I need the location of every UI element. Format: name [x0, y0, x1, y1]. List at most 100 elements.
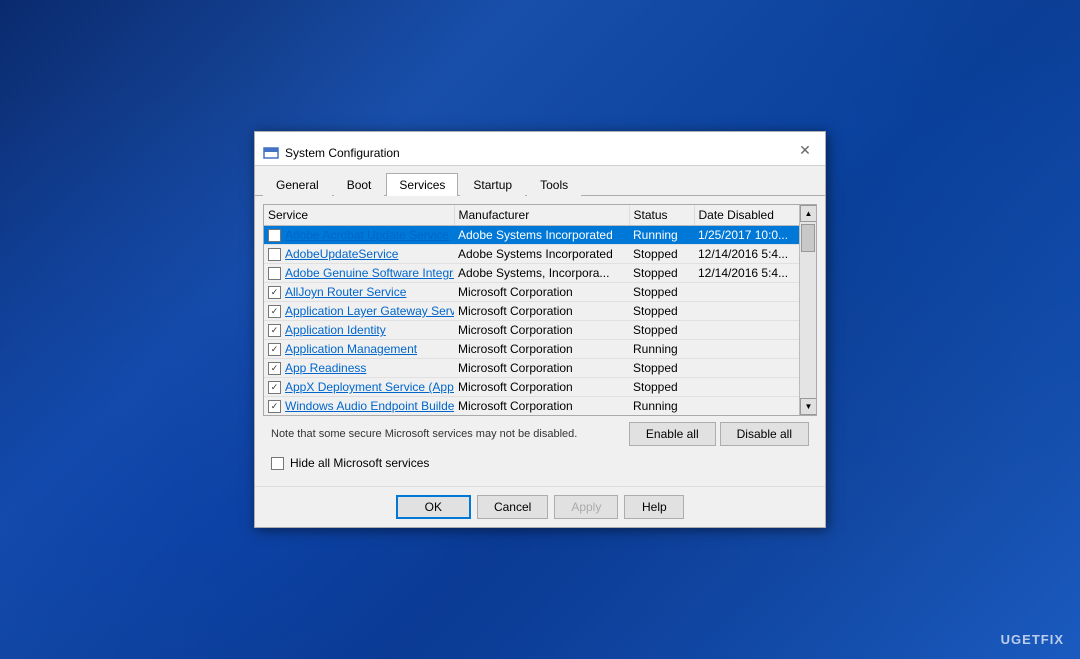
service-cell: Windows Audio Endpoint Builder	[264, 397, 454, 416]
service-checkbox[interactable]	[268, 343, 281, 356]
scroll-thumb[interactable]	[801, 224, 815, 252]
services-table-container: Service Manufacturer Status Date Disable…	[263, 204, 817, 416]
status-cell: Running	[629, 226, 694, 245]
service-name[interactable]: AppX Deployment Service (AppX...	[285, 380, 454, 394]
table-row[interactable]: Adobe Acrobat Update Service Adobe Syste…	[264, 226, 799, 245]
table-row[interactable]: App Readiness Microsoft Corporation Stop…	[264, 359, 799, 378]
header-service: Service	[264, 205, 454, 226]
date-cell	[694, 283, 799, 302]
header-date: Date Disabled	[694, 205, 799, 226]
status-cell: Stopped	[629, 378, 694, 397]
service-cell: AppX Deployment Service (AppX...	[264, 378, 454, 397]
status-cell: Stopped	[629, 283, 694, 302]
service-cell: AllJoyn Router Service	[264, 283, 454, 302]
manufacturer-cell: Microsoft Corporation	[454, 283, 629, 302]
service-checkbox[interactable]	[268, 286, 281, 299]
tab-bar: General Boot Services Startup Tools	[255, 166, 825, 196]
service-cell: Application Layer Gateway Service	[264, 302, 454, 321]
bottom-buttons: OK Cancel Apply Help	[255, 486, 825, 527]
ok-button[interactable]: OK	[396, 495, 471, 519]
tab-services[interactable]: Services	[386, 173, 458, 196]
service-checkbox[interactable]	[268, 400, 281, 413]
service-name[interactable]: Application Layer Gateway Service	[285, 304, 454, 318]
table-row[interactable]: AppX Deployment Service (AppX... Microso…	[264, 378, 799, 397]
service-name[interactable]: Application Identity	[285, 323, 386, 337]
status-cell: Running	[629, 340, 694, 359]
service-checkbox[interactable]	[268, 381, 281, 394]
manufacturer-cell: Adobe Systems Incorporated	[454, 226, 629, 245]
date-cell: 12/14/2016 5:4...	[694, 245, 799, 264]
table-row[interactable]: Application Identity Microsoft Corporati…	[264, 321, 799, 340]
services-list: Service Manufacturer Status Date Disable…	[264, 205, 799, 415]
table-row[interactable]: AdobeUpdateService Adobe Systems Incorpo…	[264, 245, 799, 264]
date-cell	[694, 397, 799, 416]
hide-microsoft-label: Hide all Microsoft services	[290, 456, 429, 470]
manufacturer-cell: Microsoft Corporation	[454, 378, 629, 397]
service-name[interactable]: AllJoyn Router Service	[285, 285, 406, 299]
help-button[interactable]: Help	[624, 495, 684, 519]
tab-startup[interactable]: Startup	[460, 173, 525, 196]
services-table: Service Manufacturer Status Date Disable…	[264, 205, 799, 415]
table-row[interactable]: Windows Audio Endpoint Builder Microsoft…	[264, 397, 799, 416]
service-checkbox[interactable]	[268, 248, 281, 261]
service-checkbox[interactable]	[268, 305, 281, 318]
header-manufacturer: Manufacturer	[454, 205, 629, 226]
tab-tools[interactable]: Tools	[527, 173, 581, 196]
header-status: Status	[629, 205, 694, 226]
close-button[interactable]: ✕	[793, 139, 817, 163]
scroll-up-arrow[interactable]: ▲	[800, 205, 817, 222]
service-cell: Application Identity	[264, 321, 454, 340]
vertical-scrollbar[interactable]: ▲ ▼	[799, 205, 816, 415]
disable-all-button[interactable]: Disable all	[720, 422, 809, 446]
note-text: Note that some secure Microsoft services…	[271, 428, 577, 440]
table-wrap: Service Manufacturer Status Date Disable…	[264, 205, 816, 415]
table-header: Service Manufacturer Status Date Disable…	[264, 205, 799, 226]
service-name[interactable]: Adobe Acrobat Update Service	[285, 228, 449, 242]
tab-general[interactable]: General	[263, 173, 332, 196]
service-checkbox[interactable]	[268, 324, 281, 337]
apply-button[interactable]: Apply	[554, 495, 618, 519]
hide-microsoft-checkbox[interactable]	[271, 457, 284, 470]
service-checkbox[interactable]	[268, 229, 281, 242]
window-title: System Configuration	[285, 146, 400, 160]
service-checkbox[interactable]	[268, 267, 281, 280]
service-cell: AdobeUpdateService	[264, 245, 454, 264]
date-cell: 12/14/2016 5:4...	[694, 264, 799, 283]
date-cell	[694, 321, 799, 340]
title-bar: System Configuration ✕	[255, 132, 825, 166]
date-cell	[694, 359, 799, 378]
watermark: UGETFIX	[1001, 632, 1064, 647]
manufacturer-cell: Microsoft Corporation	[454, 302, 629, 321]
service-name[interactable]: Adobe Genuine Software Integri...	[285, 266, 454, 280]
scroll-down-arrow[interactable]: ▼	[800, 398, 817, 415]
table-row[interactable]: Application Management Microsoft Corpora…	[264, 340, 799, 359]
status-cell: Stopped	[629, 264, 694, 283]
system-configuration-window: System Configuration ✕ General Boot Serv…	[254, 131, 826, 528]
service-cell: Application Management	[264, 340, 454, 359]
status-cell: Stopped	[629, 321, 694, 340]
status-cell: Stopped	[629, 245, 694, 264]
date-cell: 1/25/2017 10:0...	[694, 226, 799, 245]
table-row[interactable]: AllJoyn Router Service Microsoft Corpora…	[264, 283, 799, 302]
service-checkbox[interactable]	[268, 362, 281, 375]
status-cell: Stopped	[629, 302, 694, 321]
service-cell: Adobe Genuine Software Integri...	[264, 264, 454, 283]
service-name[interactable]: AdobeUpdateService	[285, 247, 398, 261]
status-cell: Stopped	[629, 359, 694, 378]
table-row[interactable]: Application Layer Gateway Service Micros…	[264, 302, 799, 321]
service-name[interactable]: Application Management	[285, 342, 417, 356]
service-name[interactable]: Windows Audio Endpoint Builder	[285, 399, 454, 413]
manufacturer-cell: Microsoft Corporation	[454, 359, 629, 378]
manufacturer-cell: Adobe Systems, Incorpora...	[454, 264, 629, 283]
hide-bar: Hide all Microsoft services	[263, 452, 817, 478]
enable-all-button[interactable]: Enable all	[629, 422, 716, 446]
service-cell: Adobe Acrobat Update Service	[264, 226, 454, 245]
tab-boot[interactable]: Boot	[334, 173, 385, 196]
table-row[interactable]: Adobe Genuine Software Integri... Adobe …	[264, 264, 799, 283]
scroll-track[interactable]	[800, 222, 816, 398]
cancel-button[interactable]: Cancel	[477, 495, 548, 519]
service-name[interactable]: App Readiness	[285, 361, 366, 375]
window-icon	[263, 145, 279, 161]
manufacturer-cell: Microsoft Corporation	[454, 340, 629, 359]
service-cell: App Readiness	[264, 359, 454, 378]
